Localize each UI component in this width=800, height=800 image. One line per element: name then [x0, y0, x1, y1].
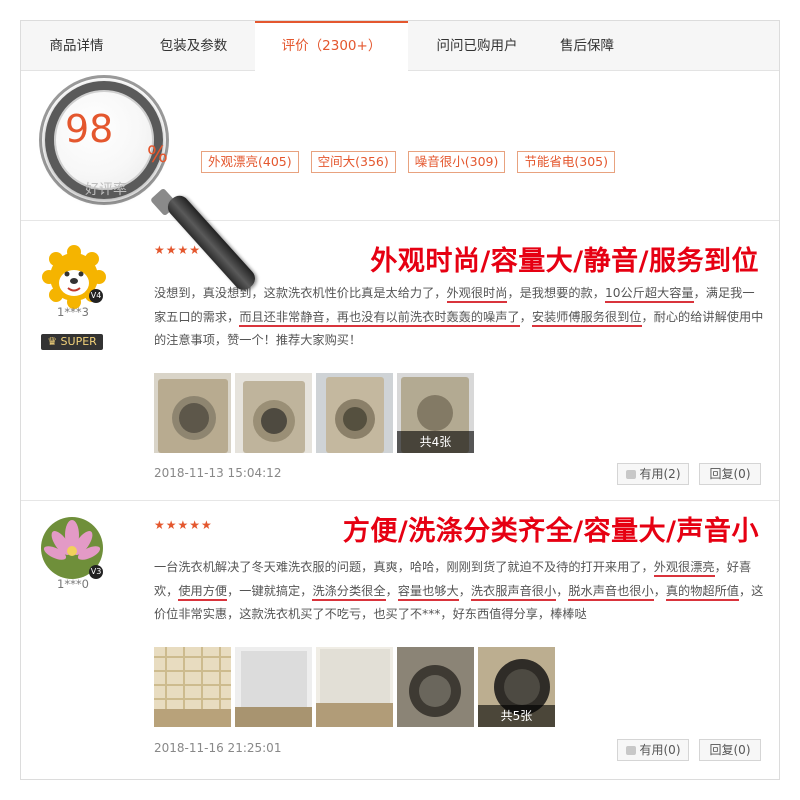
review-date: 2018-11-13 15:04:12	[154, 466, 282, 480]
review-tag-list: 外观漂亮(405) 空间大(356) 噪音很小(309) 节能省电(305)	[201, 151, 615, 173]
super-member-badge: ♛ SUPER	[41, 334, 103, 350]
review-text-segment: ，	[519, 309, 532, 324]
highlighted-phrase: 容量也够大	[397, 583, 459, 601]
review-text-segment: ，一键就搞定，	[227, 583, 313, 598]
review-tag[interactable]: 节能省电(305)	[517, 151, 615, 173]
review-text-segment: ，是我想要的款，	[507, 286, 605, 300]
review-text-segment: ，	[458, 583, 471, 598]
review-text: 没想到，真没想到，这款洗衣机性价比真是太给力了，外观很时尚，是我想要的款，10公…	[154, 282, 766, 353]
review-photo[interactable]	[397, 647, 474, 727]
highlighted-phrase: 脱水声音也很小	[568, 583, 654, 601]
tab-product-details[interactable]: 商品详情	[21, 21, 132, 71]
tab-after-sales[interactable]: 售后保障	[546, 21, 628, 71]
reply-button[interactable]: 回复(0)	[699, 739, 761, 761]
rating-summary: 98 % 好评率 外观漂亮(405) 空间大(356) 噪音很小(309) 节能…	[21, 71, 779, 295]
highlighted-phrase: 而且还非常静音，再也没有以前洗衣时轰轰的噪声了	[239, 309, 520, 327]
useful-label: 有用(0)	[639, 743, 681, 757]
review-date: 2018-11-16 21:25:01	[154, 741, 282, 755]
review-text-segment: ，	[653, 583, 666, 598]
review-photo[interactable]	[154, 373, 231, 453]
photo-count: 共5张	[478, 705, 555, 727]
review-text-segment: 一台洗衣机解决了冬天难洗衣服的问题，真爽，哈哈，刚刚到货了就迫不及待的打开来用了…	[154, 560, 654, 574]
star-rating: ★★★★	[154, 243, 202, 257]
positive-rate-label: 好评率	[85, 182, 127, 198]
thumbs-up-icon	[625, 746, 636, 755]
photo-count: 共4张	[397, 431, 474, 453]
highlighted-phrase: 使用方便	[178, 583, 228, 601]
reviewer-name: 1***3	[57, 305, 89, 319]
super-badge-label: SUPER	[60, 335, 97, 348]
thumbs-up-icon	[625, 470, 636, 479]
reply-button[interactable]: 回复(0)	[699, 463, 761, 485]
review-tag[interactable]: 外观漂亮(405)	[201, 151, 299, 173]
review-photo-list: 共4张	[154, 373, 474, 453]
review-tag[interactable]: 空间大(356)	[310, 151, 396, 173]
review-photo[interactable]: 共5张	[478, 647, 555, 727]
highlighted-phrase: 外观很漂亮	[653, 560, 715, 577]
review-photo[interactable]	[235, 373, 312, 453]
useful-button[interactable]: 有用(0)	[617, 739, 689, 761]
highlighted-phrase: 真的物超所值	[665, 583, 739, 601]
review-text-segment: 没想到，真没想到，这款洗衣机性价比真是太给力了，	[154, 286, 447, 300]
tab-ask-buyers[interactable]: 问问已购用户	[408, 21, 546, 71]
review-photo[interactable]	[316, 373, 393, 453]
useful-button[interactable]: 有用(2)	[617, 463, 689, 485]
star-rating: ★★★★★	[154, 518, 213, 532]
tab-reviews[interactable]: 评价（2300+）	[255, 21, 408, 72]
review-text: 一台洗衣机解决了冬天难洗衣服的问题，真爽，哈哈，刚刚到货了就迫不及待的打开来用了…	[154, 556, 766, 627]
highlighted-phrase: 10公斤超大容量	[604, 286, 694, 303]
review-photo[interactable]	[316, 647, 393, 727]
positive-rate-unit: %	[147, 143, 168, 168]
user-level-icon: V4	[89, 289, 103, 303]
review-photo[interactable]	[235, 647, 312, 727]
review-text-segment: ，	[556, 583, 569, 598]
review-text-segment: ，	[385, 583, 398, 598]
tab-bar: 商品详情 包装及参数 评价（2300+） 问问已购用户 售后保障	[21, 21, 779, 72]
review-headline: 外观时尚/容量大/静音/服务到位	[370, 246, 759, 277]
reviewer-name: 1***0	[57, 577, 89, 591]
useful-label: 有用(2)	[639, 467, 681, 481]
tab-packaging-specs[interactable]: 包装及参数	[132, 21, 255, 71]
highlighted-phrase: 外观很时尚	[446, 286, 508, 303]
highlighted-phrase: 洗衣服声音很小	[470, 583, 557, 601]
review-headline: 方便/洗涤分类齐全/容量大/声音小	[342, 516, 759, 547]
review-photo-list: 共5张	[154, 647, 555, 727]
reviews-panel: 商品详情 包装及参数 评价（2300+） 问问已购用户 售后保障 98 % 好评…	[20, 20, 780, 780]
highlighted-phrase: 洗涤分类很全	[312, 583, 386, 601]
review-tag[interactable]: 噪音很小(309)	[407, 151, 506, 173]
review-photo[interactable]: 共4张	[397, 373, 474, 453]
review-photo[interactable]	[154, 647, 231, 727]
review-item: V4 1***3 ♛ SUPER ★★★★ 外观时尚/容量大/静音/服务到位 没…	[21, 221, 779, 501]
review-item: V3 1***0 ★★★★★ 方便/洗涤分类齐全/容量大/声音小 一台洗衣机解决…	[21, 501, 779, 780]
highlighted-phrase: 安装师傅服务很到位	[531, 309, 642, 327]
